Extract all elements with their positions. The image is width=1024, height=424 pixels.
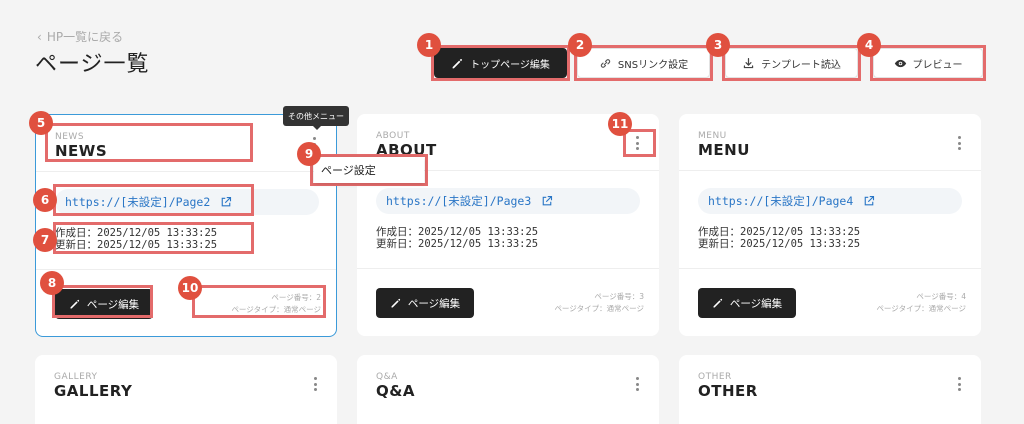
pencil-icon xyxy=(70,299,79,309)
card-dates: 作成日：2025/12/05 13:33:25 更新日：2025/12/05 1… xyxy=(376,226,539,250)
eye-icon xyxy=(894,59,906,67)
page-card-news: NEWS NEWS https://[未設定]/Page2 作成日：2025/1… xyxy=(35,114,337,337)
sns-link-settings-button[interactable]: SNSリンク設定 xyxy=(577,48,710,78)
step-badge: 3 xyxy=(706,33,730,57)
page-edit-button[interactable]: ページ編集 xyxy=(55,289,153,319)
external-link-icon xyxy=(221,196,232,207)
page-card-gallery: GALLERY GALLERY xyxy=(35,355,337,424)
download-icon xyxy=(743,57,754,68)
card-name: OTHER xyxy=(698,382,758,400)
card-category: GALLERY xyxy=(54,372,98,382)
page-card-menu: MENU MENU https://[未設定]/Page4 作成日：2025/1… xyxy=(679,114,981,336)
card-dates: 作成日：2025/12/05 13:33:25 更新日：2025/12/05 1… xyxy=(55,227,218,251)
external-link-icon xyxy=(864,195,875,206)
page-title: ページ一覧 xyxy=(35,52,150,77)
card-name: MENU xyxy=(698,141,750,159)
preview-button[interactable]: プレビュー xyxy=(873,48,983,78)
more-menu-icon[interactable] xyxy=(632,134,642,152)
step-badge: 11 xyxy=(608,112,632,136)
pencil-icon xyxy=(452,58,463,68)
more-menu-icon[interactable] xyxy=(954,134,964,152)
pencil-icon xyxy=(713,298,722,308)
page-url-link[interactable]: https://[未設定]/Page3 xyxy=(376,188,640,214)
step-badge: 2 xyxy=(568,33,592,57)
step-badge: 7 xyxy=(33,228,57,252)
step-badge: 5 xyxy=(29,111,53,135)
card-category: Q&A xyxy=(376,372,398,382)
page-card-other: OTHER OTHER xyxy=(679,355,981,424)
step-badge: 9 xyxy=(297,142,321,166)
card-divider xyxy=(679,268,981,269)
more-menu-icon[interactable] xyxy=(632,375,642,393)
page-card-qa: Q&A Q&A xyxy=(357,355,659,424)
card-divider xyxy=(357,268,659,269)
link-icon xyxy=(600,58,611,68)
card-dates: 作成日：2025/12/05 13:33:25 更新日：2025/12/05 1… xyxy=(698,226,861,250)
card-category: MENU xyxy=(698,131,727,141)
pencil-icon xyxy=(391,298,400,308)
chevron-left-icon: ‹ xyxy=(37,29,42,44)
card-meta: ページ番号：3 ページタイプ：通常ページ xyxy=(554,292,644,313)
page-edit-button[interactable]: ページ編集 xyxy=(698,288,796,318)
page-url-link[interactable]: https://[未設定]/Page4 xyxy=(698,188,962,214)
external-link-icon xyxy=(542,195,553,206)
card-meta: ページ番号：4 ページタイプ：通常ページ xyxy=(876,292,966,313)
top-page-edit-button[interactable]: トップページ編集 xyxy=(434,48,567,78)
more-menu-icon[interactable] xyxy=(954,375,964,393)
more-menu-icon[interactable] xyxy=(310,375,320,393)
more-menu-tooltip: その他メニュー xyxy=(283,106,349,130)
step-badge: 6 xyxy=(33,188,57,212)
template-load-button[interactable]: テンプレート読込 xyxy=(725,48,858,78)
card-divider xyxy=(36,171,336,172)
card-name: Q&A xyxy=(376,382,415,400)
card-divider xyxy=(36,269,336,270)
page-card-about: ABOUT ABOUT https://[未設定]/Page3 作成日：2025… xyxy=(357,114,659,336)
step-badge: 1 xyxy=(417,33,441,57)
page-settings-menu-item[interactable]: ページ設定 xyxy=(314,157,424,183)
step-badge: 8 xyxy=(40,271,64,295)
card-divider xyxy=(679,170,981,171)
back-link[interactable]: ‹ HP一覧に戻る xyxy=(37,28,123,45)
card-category: NEWS xyxy=(55,132,85,142)
card-category: ABOUT xyxy=(376,131,410,141)
card-category: OTHER xyxy=(698,372,732,382)
card-meta: ページ番号：2 ページタイプ：通常ページ xyxy=(231,293,321,314)
step-badge: 10 xyxy=(178,276,202,300)
card-name: NEWS xyxy=(55,142,108,160)
card-name: GALLERY xyxy=(54,382,133,400)
back-link-label: HP一覧に戻る xyxy=(46,30,124,44)
page-edit-button[interactable]: ページ編集 xyxy=(376,288,474,318)
step-badge: 4 xyxy=(857,33,881,57)
page-url-link[interactable]: https://[未設定]/Page2 xyxy=(55,189,319,215)
